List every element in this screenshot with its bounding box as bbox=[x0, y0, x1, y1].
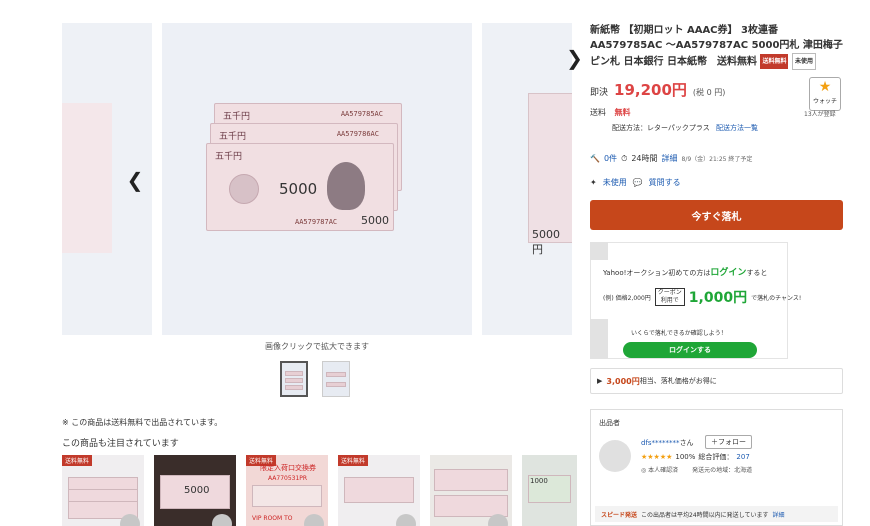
sparkle-icon: ✦ bbox=[590, 178, 597, 187]
condition-badge: 未使用 bbox=[791, 53, 816, 70]
seller-name[interactable]: dfs********さん bbox=[641, 438, 694, 448]
thumbnail-1[interactable] bbox=[280, 361, 308, 397]
gavel-icon: 🔨 bbox=[590, 154, 600, 163]
thumbnail-strip bbox=[280, 361, 350, 397]
bid-meta: 🔨 0件 ⏱ 24時間 詳細 8/9（金）21:25 終了予定 bbox=[590, 153, 752, 164]
price-label: 即決 bbox=[590, 88, 609, 98]
free-shipping-tag: 送料無料 bbox=[62, 455, 93, 466]
rec-serial: AA770531PR bbox=[268, 475, 308, 482]
note-denomination: 5000 bbox=[279, 180, 318, 198]
note-corner-denom: 5000 bbox=[361, 214, 389, 227]
rec-item[interactable]: 5000 bbox=[154, 455, 236, 526]
seller-region: 発送元の地域：北海道 bbox=[692, 467, 753, 474]
favorite-icon[interactable] bbox=[304, 514, 324, 526]
rec-item[interactable]: 1000 bbox=[522, 455, 577, 526]
avatar[interactable] bbox=[599, 440, 631, 472]
rec-item[interactable]: 送料無料 bbox=[62, 455, 144, 526]
note-serial: AA579787AC bbox=[295, 218, 338, 226]
seller-card: 出品者 dfs********さん ＋フォロー ★★★★★ 100% 総合評価： 20… bbox=[590, 409, 843, 526]
shipping-method-link[interactable]: 配送方法一覧 bbox=[716, 124, 758, 132]
savings-text: 相当、落札価格がお得に bbox=[639, 377, 717, 385]
shipping-method-text: 配送方法：レターパックプラス bbox=[612, 124, 710, 132]
shipping-label: 送料 bbox=[590, 108, 606, 117]
bid-count[interactable]: 0件 bbox=[604, 153, 617, 164]
thumbnail-2[interactable] bbox=[322, 361, 350, 397]
watch-label: ウォッチ bbox=[812, 98, 837, 105]
seller-header: 出品者 bbox=[599, 419, 620, 427]
rec-item[interactable]: 送料無料 bbox=[338, 455, 420, 526]
rec-promo-text-2: VIP ROOM TO bbox=[252, 515, 293, 522]
login-promo: Yahoo!オークション初めての方はログインすると (例) 価格2,000円 ク… bbox=[590, 242, 801, 359]
rec-item[interactable] bbox=[430, 455, 512, 526]
portrait-image bbox=[327, 162, 365, 210]
coupon-badge: クーポン 利用で bbox=[654, 288, 685, 306]
promo-amount: 1,000円 bbox=[688, 290, 748, 306]
note-top-text: 五千円 bbox=[223, 112, 251, 122]
item-title: 新紙幣 【初期ロット AAAC券】 3枚連番 AA579785AC ～AA579… bbox=[590, 23, 845, 70]
condition-meta: ✦ 未使用 💬 質問する bbox=[590, 177, 681, 188]
shipping-row: 送料 無料 bbox=[590, 107, 631, 118]
seller-rating: ★★★★★ 100% 総合評価： 207 bbox=[641, 453, 750, 461]
star-icon: ★ bbox=[818, 79, 832, 95]
note-serial: AA579786AC bbox=[336, 130, 379, 138]
attention-title: この商品も注目されています bbox=[62, 439, 179, 449]
note-top-text: 五千円 bbox=[215, 152, 243, 162]
promo-line-1: Yahoo!オークション初めての方はログインすると bbox=[603, 268, 768, 278]
note-serial: AA579785AC bbox=[340, 110, 383, 118]
condition-link[interactable]: 未使用 bbox=[603, 177, 627, 188]
price-tax: (税 0 円) bbox=[692, 88, 726, 97]
seller-verify: ◎ 本人確認済 発送元の地域：北海道 bbox=[641, 467, 753, 474]
price-value: 19,200円 bbox=[614, 81, 687, 99]
speed-shipping-note: スピード発送 この出品者は平均24時間以内に発送しています 詳細 bbox=[595, 506, 838, 522]
gallery-main-image[interactable]: 五千円 AA579785AC 五千円 AA579786AC 五千円 5000 A… bbox=[162, 23, 472, 335]
savings-amount: 3,000円 bbox=[606, 376, 640, 386]
gallery-caption: 画像クリックで拡大できます bbox=[265, 342, 369, 351]
free-shipping-badge: 送料無料 bbox=[760, 54, 789, 69]
item-detail-panel: 新紙幣 【初期ロット AAAC券】 3枚連番 AA579785AC ～AA579… bbox=[590, 23, 845, 526]
note-top-text: 五千円 bbox=[219, 132, 247, 142]
time-left: 24時間 bbox=[631, 154, 658, 163]
free-shipping-note: ※ この商品は送料無料で出品されています。 bbox=[62, 418, 223, 427]
price-row: 即決 19,200円 (税 0 円) bbox=[590, 79, 725, 100]
promo-check: いくらで落札できるか確認しよう！ bbox=[631, 330, 727, 337]
shipping-method: 配送方法：レターパックプラス 配送方法一覧 bbox=[612, 123, 758, 133]
free-shipping-tag: 送料無料 bbox=[338, 455, 369, 466]
rec-label: 5000 bbox=[184, 485, 210, 496]
buy-now-button[interactable]: 今すぐ落札 bbox=[590, 200, 843, 230]
recommended-items: 送料無料 5000 送料無料 限定入荷口交換券 AA770531PR VIP R… bbox=[62, 455, 577, 526]
question-link[interactable]: 質問する bbox=[649, 177, 681, 188]
rec-promo-text: 限定入荷口交換券 bbox=[260, 464, 316, 472]
follow-button[interactable]: ＋フォロー bbox=[705, 435, 752, 449]
chat-icon: 💬 bbox=[632, 178, 643, 187]
note-watermark bbox=[229, 174, 259, 204]
chevron-left-icon[interactable]: ❮ bbox=[125, 168, 145, 192]
promo-line-2: (例) 価格2,000円 クーポン 利用で 1,000円 で落札のチャンス! bbox=[603, 288, 802, 306]
image-gallery: 五千円 AA579785AC 五千円 AA579786AC 五千円 5000 A… bbox=[62, 23, 583, 335]
watch-button[interactable]: ★ ウォッチ bbox=[809, 77, 841, 111]
favorite-icon[interactable] bbox=[396, 514, 416, 526]
detail-link[interactable]: 詳細 bbox=[662, 153, 678, 164]
rec-item[interactable]: 送料無料 限定入荷口交換券 AA770531PR VIP ROOM TO bbox=[246, 455, 328, 526]
clock-icon: ⏱ bbox=[621, 153, 628, 163]
speed-label: スピード発送 bbox=[601, 511, 638, 519]
play-icon: ▶ bbox=[597, 377, 603, 385]
banknote-3: 五千円 5000 AA579787AC 5000 bbox=[206, 143, 394, 231]
rec-label: 1000 bbox=[530, 477, 548, 485]
favorite-icon[interactable] bbox=[212, 514, 232, 526]
shipping-value: 無料 bbox=[614, 108, 631, 117]
auction-page: 五千円 AA579785AC 五千円 AA579786AC 五千円 5000 A… bbox=[0, 0, 870, 526]
watch-count: 13人が登録 bbox=[804, 111, 836, 118]
end-time: 8/9（金）21:25 終了予定 bbox=[681, 156, 753, 163]
speed-detail-link[interactable]: 詳細 bbox=[772, 510, 784, 519]
savings-banner[interactable]: ▶ 3,000円 相当、落札価格がお得に bbox=[590, 368, 843, 394]
side-note-label: 5000 円 bbox=[532, 228, 560, 256]
login-button[interactable]: ログインする bbox=[623, 342, 757, 358]
